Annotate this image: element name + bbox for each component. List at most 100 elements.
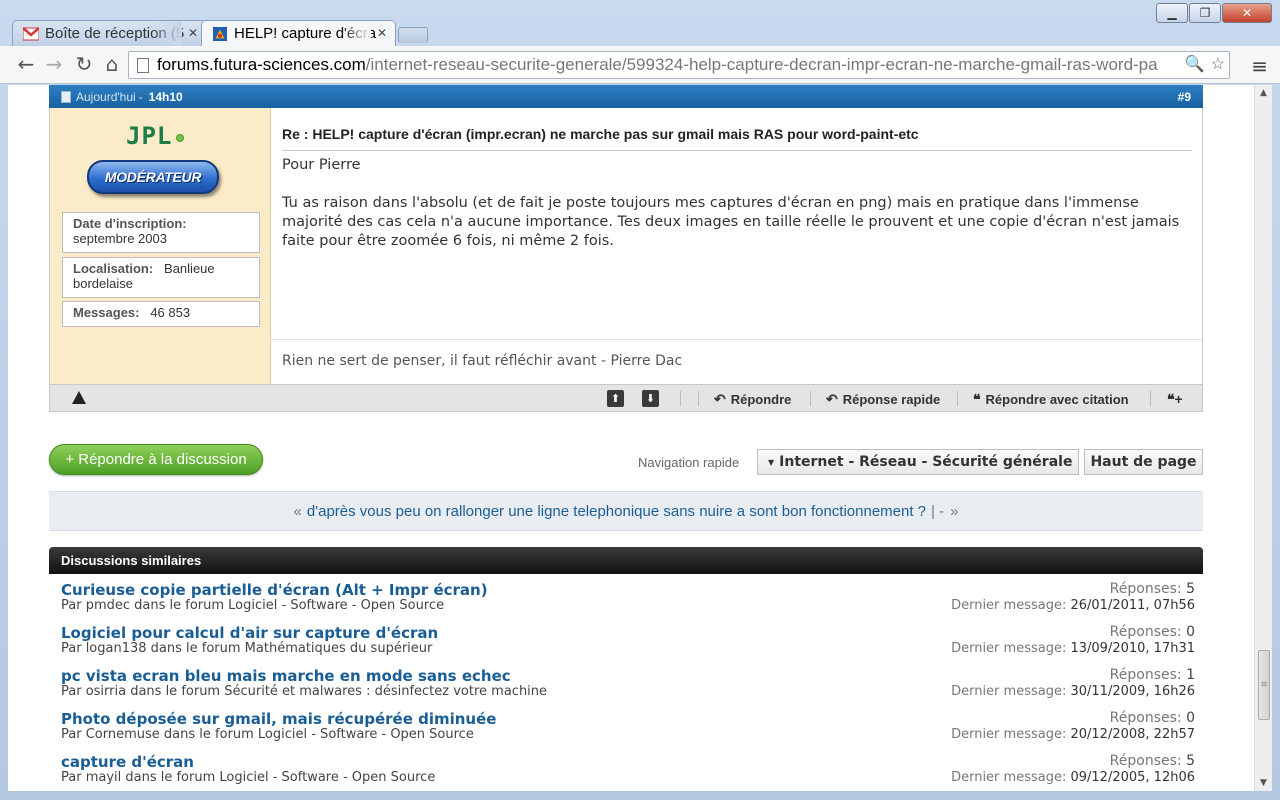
scroll-up-icon[interactable]: ▲ [1255,85,1272,101]
replies-count: 5 [1186,753,1195,769]
quote-reply-button[interactable]: ❝ Répondre avec citation [973,391,1129,408]
replies-count: 0 [1186,624,1195,640]
maximize-button[interactable]: ❐ [1189,3,1221,23]
reply-arrow-icon: ↶ [714,391,726,407]
reload-icon[interactable]: ↻ [72,52,96,76]
list-item: Logiciel pour calcul d'air sur capture d… [49,617,1203,660]
minimize-button[interactable]: ▁ [1156,3,1188,23]
replies-label: Réponses: [1109,581,1182,597]
page-viewport: Aujourd'hui - 14h10 #9 JPL MODÉRATEUR Da… [8,85,1272,791]
multiquote-down-icon[interactable]: ⬇ [642,390,659,407]
home-icon[interactable]: ⌂ [100,52,124,76]
window-controls: ▁ ❐ ✕ [1156,3,1272,23]
replies-count: 5 [1186,581,1195,597]
forward-arrow-icon[interactable]: → [42,52,66,76]
futura-sciences-icon [213,26,227,41]
join-date-box: Date d'inscription: septembre 2003 [62,212,260,253]
similar-threads-header: Discussions similaires [49,547,1203,574]
menu-icon[interactable]: ≡ [1251,54,1268,78]
messages-box: Messages: 46 853 [62,301,260,327]
post-body: JPL MODÉRATEUR Date d'inscription: septe… [49,108,1203,385]
tab-strip: Boîte de réception (5 ✕ HELP! capture d'… [12,20,428,46]
quick-reply-button[interactable]: ↶ Réponse rapide [826,391,940,408]
scroll-thumb[interactable]: ≡ [1258,650,1270,720]
bookmark-star-icon[interactable]: ☆ [1211,52,1225,78]
scroll-down-icon[interactable]: ▼ [1255,775,1272,791]
replies-count: 0 [1186,710,1195,726]
close-window-button[interactable]: ✕ [1222,3,1272,23]
reply-label: Répondre [730,392,792,407]
thread-title-link[interactable]: Logiciel pour calcul d'air sur capture d… [61,624,438,642]
prev-arrow: « [293,502,302,520]
replies-label: Réponses: [1109,753,1182,769]
previous-thread-link[interactable]: d'après vous peu on rallonger une ligne … [307,503,926,520]
replies-label: Réponses: [1109,667,1182,683]
quick-nav-label: Navigation rapide [638,455,740,470]
reply-arrow-icon: ↶ [826,391,838,407]
url-host: forums.futura-sciences.com [157,55,366,74]
quick-nav-select[interactable]: ▼ Internet - Réseau - Sécurité générale [757,449,1079,475]
close-tab-icon[interactable]: ✕ [377,26,387,40]
thread-title-link[interactable]: capture d'écran [61,753,194,771]
dropdown-triangle-icon: ▼ [768,457,775,467]
username-link[interactable]: JPL [126,122,172,150]
last-message-date: 09/12/2005, 12h06 [1070,770,1195,785]
quote-bubble-icon: ❝ [973,391,981,407]
url-path: /internet-reseau-securite-generale/59932… [365,55,1158,74]
vertical-scrollbar[interactable]: ▲ ≡ ▼ [1254,85,1272,791]
quick-nav-value: Internet - Réseau - Sécurité générale [779,454,1073,470]
thread-title-link[interactable]: pc vista ecran bleu mais marche en mode … [61,667,511,685]
post-paragraph: Pour Pierre [282,157,361,173]
tab-forum[interactable]: HELP! capture d'écra ✕ [201,20,396,46]
replies-count: 1 [1186,667,1195,683]
messages-label: Messages: [73,305,140,320]
address-bar[interactable]: forums.futura-sciences.com/internet-rese… [128,51,1230,79]
reply-button[interactable]: ↶ Répondre [714,391,791,408]
thread-meta: Par osirria dans le forum Sécurité et ma… [61,684,548,699]
post-date: Aujourd'hui [76,89,136,104]
last-message-date: 26/01/2011, 07h56 [1070,598,1195,613]
gmail-icon [23,26,39,40]
online-status-icon [176,134,184,142]
post-number-link[interactable]: #9 [1178,90,1191,104]
last-message-label: Dernier message: [951,684,1067,699]
new-tab-button[interactable] [398,27,428,43]
join-date-label: Date d'inscription: [73,216,187,231]
next-arrow[interactable]: » [950,503,958,520]
report-warning-icon[interactable] [72,391,86,404]
browser-toolbar: ← → ↻ ⌂ forums.futura-sciences.com/inter… [0,46,1280,84]
multiquote-up-icon[interactable]: ⬆ [607,390,624,407]
reply-thread-button[interactable]: + Répondre à la discussion [49,444,263,475]
thread-nav-separator: | - [931,502,945,520]
page-icon [137,58,149,73]
replies-label: Réponses: [1109,624,1182,640]
thread-title-link[interactable]: Curieuse copie partielle d'écran (Alt + … [61,581,488,599]
thread-title-link[interactable]: Photo déposée sur gmail, mais récupérée … [61,710,496,728]
last-message-label: Dernier message: [951,770,1067,785]
post-time: 14h10 [148,89,183,104]
similar-threads-list: Curieuse copie partielle d'écran (Alt + … [49,574,1203,789]
close-tab-icon[interactable]: ✕ [188,26,198,40]
last-message-label: Dernier message: [951,598,1067,613]
post-header: Aujourd'hui - 14h10 #9 [49,85,1203,108]
list-item: capture d'écran Par mayil dans le forum … [49,746,1203,789]
replies-label: Réponses: [1109,710,1182,726]
moderator-badge: MODÉRATEUR [87,160,219,194]
post-footer: ⬆ ⬇ ↶ Répondre ↶ Réponse rapide ❝ Répond… [49,385,1203,412]
last-message-label: Dernier message: [951,641,1067,656]
thread-navigation: « d'après vous peu on rallonger une lign… [49,491,1203,531]
thread-meta: Par pmdec dans le forum Logiciel - Softw… [61,598,445,613]
back-arrow-icon[interactable]: ← [14,52,38,76]
multiquote-add-button[interactable]: ❝+ [1167,391,1183,408]
messages-value: 46 853 [150,305,191,320]
list-item: pc vista ecran bleu mais marche en mode … [49,660,1203,703]
tab-gmail[interactable]: Boîte de réception (5 ✕ [12,20,207,46]
last-message-date: 20/12/2008, 22h57 [1070,727,1195,742]
zoom-icon[interactable]: 🔍 [1185,52,1205,78]
location-label: Localisation: [73,261,154,276]
post-content: Re : HELP! capture d'écran (impr.ecran) … [271,108,1202,384]
last-message-date: 13/09/2010, 17h31 [1070,641,1195,656]
post-title: Re : HELP! capture d'écran (impr.ecran) … [282,126,1192,151]
thread-meta: Par Cornemuse dans le forum Logiciel - S… [61,727,474,742]
top-of-page-button[interactable]: Haut de page [1084,449,1203,475]
